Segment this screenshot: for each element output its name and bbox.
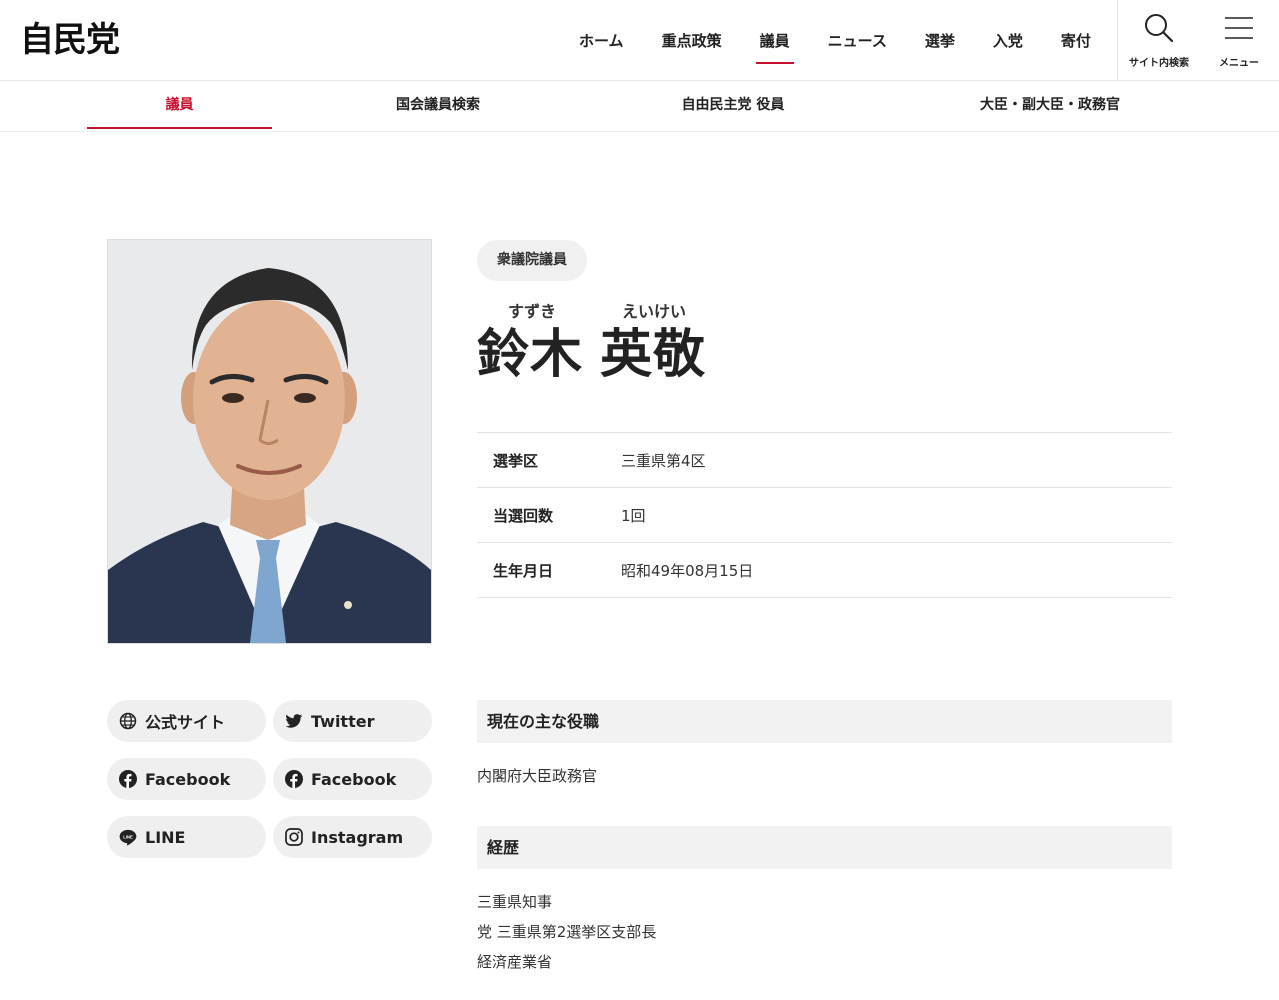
subnav-ministers[interactable]: 大臣・副大臣・政務官 bbox=[950, 81, 1150, 129]
family-name: 鈴木 bbox=[477, 325, 584, 385]
info-value: 1回 bbox=[621, 506, 646, 525]
facebook-link-2[interactable]: Facebook bbox=[273, 758, 432, 800]
career-item: 経済産業省 bbox=[477, 953, 553, 971]
instagram-link[interactable]: Instagram bbox=[273, 816, 432, 858]
info-key: 当選回数 bbox=[493, 506, 554, 525]
subnav-diet-member-search[interactable]: 国会議員検索 bbox=[348, 81, 528, 129]
line-label: LINE bbox=[145, 827, 186, 847]
twitter-icon bbox=[285, 712, 303, 730]
family-name-ruby: すずき bbox=[508, 302, 557, 321]
globe-icon bbox=[119, 712, 137, 730]
official-site-label: 公式サイト bbox=[145, 713, 226, 732]
twitter-link[interactable]: Twitter bbox=[273, 700, 432, 742]
career-item: 党 三重県第2選挙区支部長 bbox=[477, 923, 657, 941]
subnav-party-officers[interactable]: 自由民主党 役員 bbox=[643, 81, 823, 129]
instagram-icon bbox=[285, 828, 303, 846]
line-link[interactable]: LINE LINE bbox=[107, 816, 266, 858]
info-value: 昭和49年08月15日 bbox=[621, 561, 754, 580]
facebook-label: Facebook bbox=[311, 769, 397, 789]
career-heading: 経歴 bbox=[477, 826, 1172, 869]
facebook-label: Facebook bbox=[145, 769, 231, 789]
nav-members[interactable]: 議員 bbox=[741, 0, 809, 80]
search-icon bbox=[1145, 14, 1174, 43]
svg-text:LINE: LINE bbox=[123, 834, 133, 839]
site-logo[interactable]: 自民党 bbox=[20, 18, 120, 62]
hamburger-icon bbox=[1225, 17, 1253, 39]
info-value: 三重県第4区 bbox=[621, 451, 706, 470]
current-role-heading: 現在の主な役職 bbox=[477, 700, 1172, 743]
table-row: 生年月日 昭和49年08月15日 bbox=[477, 543, 1172, 598]
nav-join[interactable]: 入党 bbox=[974, 0, 1042, 80]
line-icon: LINE bbox=[119, 828, 137, 846]
nav-home[interactable]: ホーム bbox=[560, 0, 643, 80]
facebook-icon bbox=[285, 770, 303, 788]
chamber-badge: 衆議院議員 bbox=[477, 240, 587, 281]
global-nav: ホーム 重点政策 議員 ニュース 選挙 入党 寄付 bbox=[560, 0, 1110, 80]
current-role-item: 内閣府大臣政務官 bbox=[477, 767, 598, 785]
table-row: 選挙区 三重県第4区 bbox=[477, 433, 1172, 488]
facebook-link-1[interactable]: Facebook bbox=[107, 758, 266, 800]
table-row: 当選回数 1回 bbox=[477, 488, 1172, 543]
nav-donate[interactable]: 寄付 bbox=[1042, 0, 1110, 80]
profile-info-table: 選挙区 三重県第4区 当選回数 1回 生年月日 昭和49年08月15日 bbox=[477, 432, 1172, 598]
header-divider bbox=[1117, 0, 1118, 81]
menu-button[interactable]: メニュー bbox=[1199, 0, 1279, 80]
facebook-icon bbox=[119, 770, 137, 788]
nav-news[interactable]: ニュース bbox=[809, 0, 906, 80]
nav-policy[interactable]: 重点政策 bbox=[643, 0, 741, 80]
subnav-members[interactable]: 議員 bbox=[87, 81, 272, 129]
given-name-ruby: えいけい bbox=[622, 302, 687, 321]
menu-label: メニュー bbox=[1219, 58, 1259, 69]
site-search-button[interactable]: サイト内検索 bbox=[1119, 0, 1199, 80]
instagram-label: Instagram bbox=[311, 827, 404, 847]
sub-nav: 議員 国会議員検索 自由民主党 役員 大臣・副大臣・政務官 bbox=[0, 81, 1279, 132]
official-site-link[interactable]: 公式サイト bbox=[107, 700, 266, 742]
site-search-label: サイト内検索 bbox=[1129, 58, 1189, 69]
nav-election[interactable]: 選挙 bbox=[906, 0, 974, 80]
career-item: 三重県知事 bbox=[477, 893, 553, 911]
info-key: 選挙区 bbox=[493, 451, 539, 470]
twitter-label: Twitter bbox=[311, 711, 375, 731]
member-portrait bbox=[107, 239, 432, 644]
site-header: 自民党 ホーム 重点政策 議員 ニュース 選挙 入党 寄付 サイト内検索 メニュ… bbox=[0, 0, 1279, 81]
info-key: 生年月日 bbox=[493, 561, 554, 580]
given-name: 英敬 bbox=[600, 325, 707, 385]
